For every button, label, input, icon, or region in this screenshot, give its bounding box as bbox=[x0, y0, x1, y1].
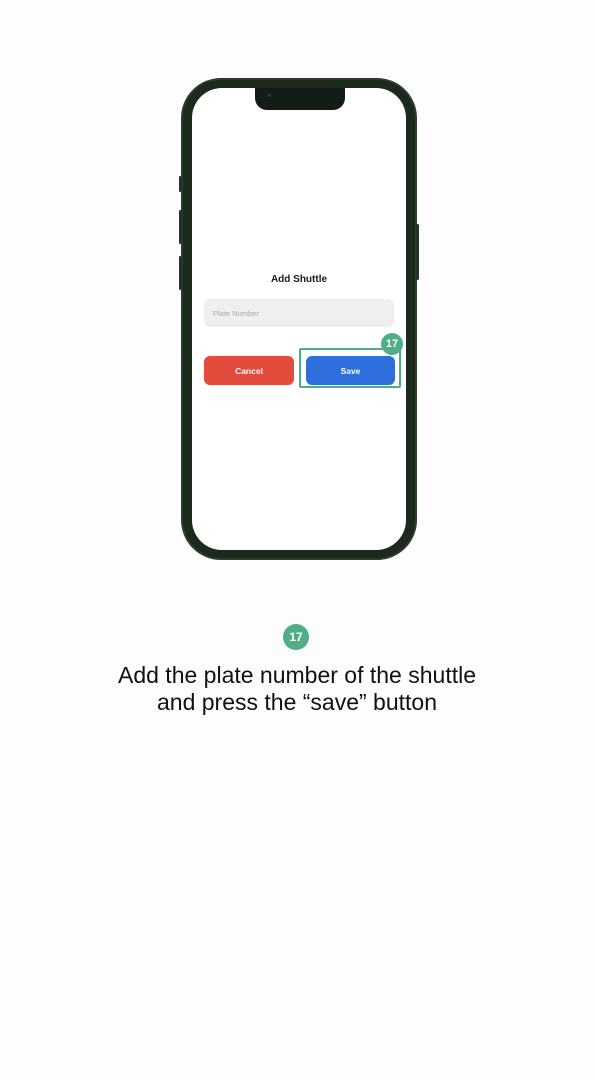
save-button-highlight bbox=[299, 348, 401, 388]
step-number-caption: 17 bbox=[289, 630, 303, 644]
front-camera-icon bbox=[268, 94, 271, 97]
dialog-title: Add Shuttle bbox=[270, 274, 328, 285]
phone-screen: Add Shuttle Cancel Save bbox=[192, 88, 406, 550]
cancel-button-label: Cancel bbox=[235, 365, 263, 376]
plate-number-input[interactable] bbox=[204, 299, 394, 327]
phone-power-button bbox=[416, 224, 419, 280]
step-number-badge: 17 bbox=[381, 333, 403, 355]
phone-volume-up-button bbox=[179, 210, 182, 244]
step-number: 17 bbox=[385, 338, 399, 350]
step-instruction: Add the plate number of the shuttle and … bbox=[117, 662, 477, 715]
phone-notch bbox=[255, 88, 345, 110]
phone-volume-down-button bbox=[179, 256, 182, 290]
phone-silent-switch bbox=[179, 176, 182, 192]
phone-frame: Add Shuttle Cancel Save bbox=[179, 78, 419, 560]
step-number-badge-caption: 17 bbox=[283, 624, 309, 650]
cancel-button[interactable]: Cancel bbox=[204, 356, 294, 385]
